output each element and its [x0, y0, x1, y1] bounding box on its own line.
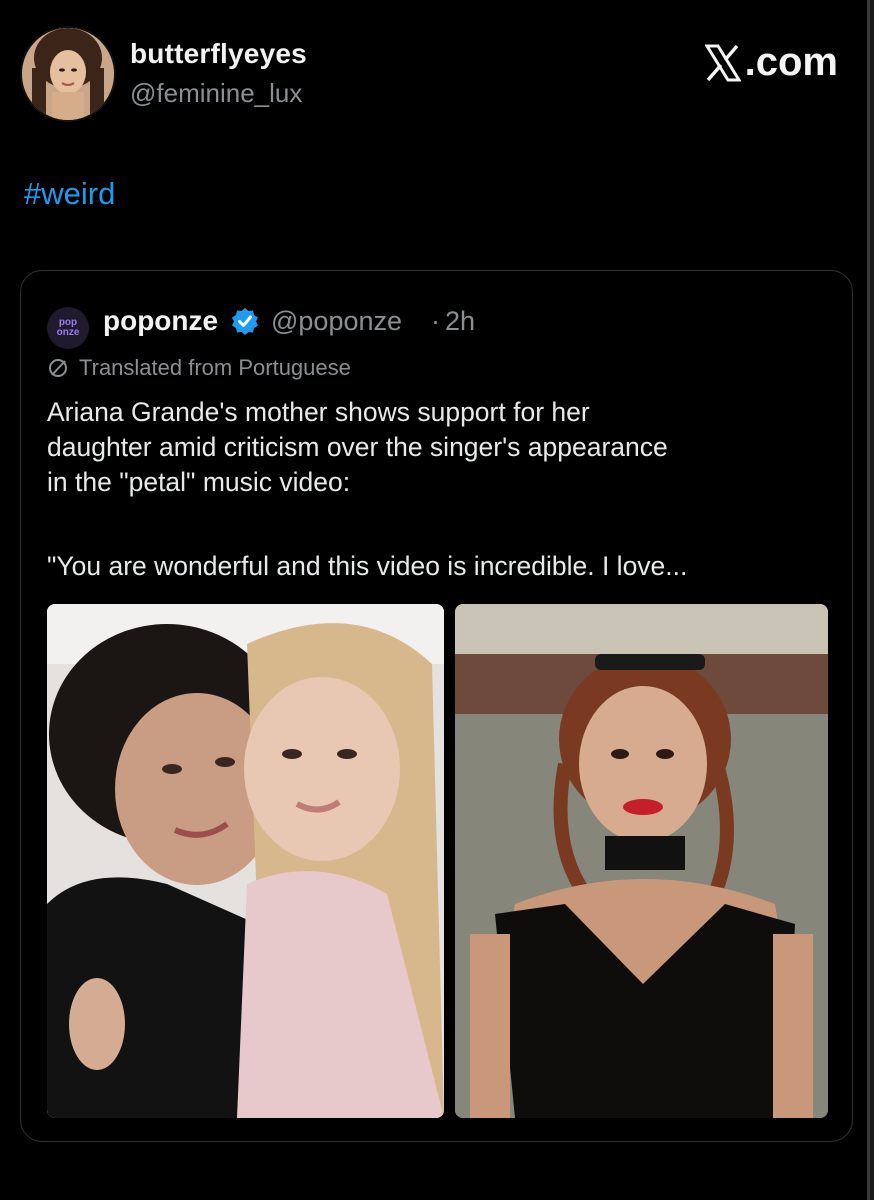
quoted-quote-line: "You are wonderful and this video is inc… [47, 551, 688, 581]
x-com-watermark: .com [704, 40, 838, 85]
hashtag-link[interactable]: #weird [24, 176, 115, 212]
media-photo-left[interactable] [47, 604, 444, 1118]
photo-music-video-still-icon [455, 604, 828, 1118]
avatar-image [22, 28, 114, 120]
quoted-text-line: Ariana Grande's mother shows support for… [47, 397, 590, 427]
media-photo-right[interactable] [455, 604, 828, 1118]
display-name[interactable]: butterflyeyes [130, 38, 307, 70]
quoted-author-handle[interactable]: @poponze [271, 306, 402, 337]
quoted-text-line: daughter amid criticism over the singer'… [47, 432, 668, 462]
quoted-text-line: in the "petal" music video: [47, 467, 351, 497]
x-logo-icon [704, 44, 741, 81]
quoted-author-name[interactable]: poponze [103, 305, 218, 337]
poponze-logo-icon[interactable]: pop onze [47, 307, 89, 349]
quoted-tweet-card[interactable]: pop onze poponze @poponze · 2h Translate… [20, 270, 853, 1142]
verified-badge-icon [232, 308, 258, 335]
site-label: .com [744, 40, 838, 84]
translate-icon [49, 359, 67, 377]
user-handle[interactable]: @feminine_lux [130, 78, 302, 109]
logo-text-bottom: onze [56, 327, 80, 338]
avatar[interactable] [20, 26, 116, 122]
quoted-tweet-text: Ariana Grande's mother shows support for… [47, 395, 827, 500]
translated-label[interactable]: Translated from Portuguese [79, 355, 351, 381]
meta-separator: · [431, 306, 440, 336]
scrollbar-thumb[interactable] [867, 0, 870, 1200]
photo-mother-daughter-selfie-icon [47, 604, 444, 1118]
quoted-timestamp[interactable]: 2h [445, 306, 475, 337]
